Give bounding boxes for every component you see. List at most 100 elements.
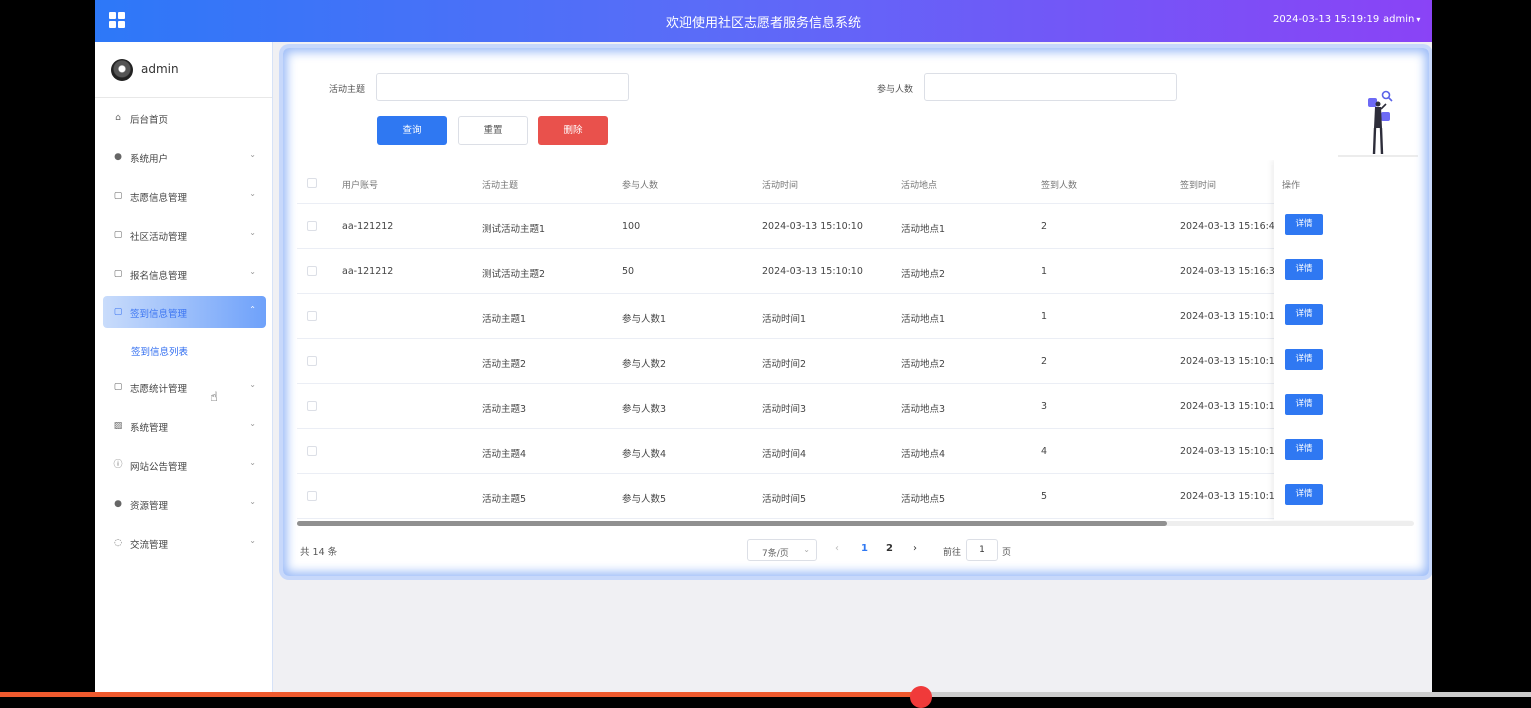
header-username: admin [1383,14,1415,25]
video-progress-bar[interactable] [0,686,1531,708]
horizontal-scrollbar[interactable] [297,521,1414,526]
chevron-down-icon: ⌄ [249,419,256,428]
cell-activity-time: 2024-03-13 15:10:10 [762,266,863,277]
page-size-select[interactable]: 7条/页 ⌄ [747,539,817,561]
cell-checkin-count: 2 [1041,356,1048,367]
cell-location: 活动地点4 [901,449,946,460]
row-checkbox[interactable] [307,311,317,321]
chevron-down-icon: ⌄ [249,380,256,389]
sidebar-username: admin [141,62,179,76]
cell-location: 活动地点5 [901,494,946,505]
prev-page-icon[interactable]: ‹ [835,543,839,554]
table-row: 活动主题5 参与人数5 活动时间5 活动地点5 5 2024-03-13 15:… [297,474,1414,519]
sidebar-item-registration[interactable]: ▢ 报名信息管理 ⌄ [103,258,266,290]
detail-button[interactable]: 详情 [1285,484,1323,505]
row-checkbox[interactable] [307,221,317,231]
cell-checkin-count: 2 [1041,221,1048,232]
operations-column: 操作 详情 详情 详情 详情 详情 详情 详情 [1274,160,1414,520]
page-1[interactable]: 1 [861,543,868,554]
sidebar-item-announcements[interactable]: ⓘ 网站公告管理 ⌄ [103,449,266,481]
sidebar-item-checkin[interactable]: ▢ 签到信息管理 ⌃ [103,296,266,328]
cell-participants: 参与人数5 [622,494,667,505]
sidebar-item-label: 系统用户 [130,154,169,165]
video-progress-fill [0,692,919,697]
row-checkbox[interactable] [307,356,317,366]
app-window: 欢迎使用社区志愿者服务信息系统 2024-03-13 15:19:19 admi… [95,0,1432,697]
cell-location: 活动地点2 [901,359,946,370]
page-2[interactable]: 2 [886,543,893,554]
image-icon: ▨ [113,421,123,431]
table-header: 用户账号 活动主题 参与人数 活动时间 活动地点 签到人数 签到时间 [297,160,1414,204]
delete-button[interactable]: 删除 [538,116,608,145]
detail-button[interactable]: 详情 [1285,259,1323,280]
row-checkbox[interactable] [307,266,317,276]
cell-activity-time: 活动时间4 [762,449,807,460]
cell-location: 活动地点2 [901,269,946,280]
detail-button[interactable]: 详情 [1285,304,1323,325]
cell-checkin-time: 2024-03-13 15:10:10 [1180,491,1281,502]
chevron-down-icon: ⌄ [249,536,256,545]
detail-button[interactable]: 详情 [1285,439,1323,460]
sidebar-item-label: 社区活动管理 [130,232,188,243]
column-header: 活动主题 [482,181,519,191]
reset-button[interactable]: 重置 [458,116,528,145]
sidebar-item-volunteer-stats[interactable]: ▢ 志愿统计管理 ⌄ [103,371,266,403]
column-header: 签到人数 [1041,181,1078,191]
sidebar-item-system-users[interactable]: ● 系统用户 ⌄ [103,141,266,173]
query-button[interactable]: 查询 [377,116,447,145]
goto-label: 前往 [943,548,962,558]
cell-participants: 参与人数2 [622,359,667,370]
sidebar-item-label: 志愿信息管理 [130,193,188,204]
chevron-down-icon: ⌄ [249,267,256,276]
sidebar-subitem-checkin-list[interactable]: 签到信息列表 [131,344,188,358]
doc-icon: ▢ [113,382,123,392]
goto-page-input[interactable]: 1 [966,539,998,561]
cell-checkin-time: 2024-03-13 15:16:47 [1180,221,1281,232]
sidebar-item-communication[interactable]: ◌ 交流管理 ⌄ [103,527,266,559]
cell-checkin-count: 4 [1041,446,1048,457]
sidebar-item-system-management[interactable]: ▨ 系统管理 ⌄ [103,410,266,442]
cell-account: aa-121212 [342,266,394,277]
detail-button[interactable]: 详情 [1285,214,1323,235]
table-row: aa-121212 测试活动主题1 100 2024-03-13 15:10:1… [297,204,1414,249]
chevron-down-icon: ⌄ [249,150,256,159]
doc-icon: ▢ [113,230,123,240]
row-checkbox[interactable] [307,446,317,456]
chevron-down-icon: ⌄ [249,189,256,198]
sidebar-user: admin [95,42,272,98]
column-header: 活动时间 [762,181,799,191]
sidebar-item-home[interactable]: ⌂ 后台首页 [103,102,266,134]
cell-checkin-time: 2024-03-13 15:10:10 [1180,446,1281,457]
next-page-icon[interactable]: › [913,543,917,554]
cell-participants: 100 [622,221,641,232]
page-size-value: 7条/页 [762,549,789,559]
header-user-menu[interactable]: admin ▾ [1383,14,1420,25]
cell-topic: 活动主题1 [482,314,527,325]
select-all-checkbox[interactable] [307,178,317,188]
scrollbar-thumb[interactable] [297,521,1167,526]
column-header-operations: 操作 [1282,181,1301,191]
topic-input[interactable] [376,73,629,101]
sidebar-item-resources[interactable]: ● 资源管理 ⌄ [103,488,266,520]
cell-activity-time: 活动时间3 [762,404,807,415]
doc-icon: ▢ [113,191,123,201]
cell-checkin-time: 2024-03-13 15:16:39 [1180,266,1281,277]
detail-button[interactable]: 详情 [1285,394,1323,415]
cell-checkin-time: 2024-03-13 15:10:10 [1180,311,1281,322]
doc-icon: ▢ [113,307,123,317]
leaf-icon: ● [114,499,122,509]
sidebar-item-community-activity[interactable]: ▢ 社区活动管理 ⌄ [103,219,266,251]
detail-button[interactable]: 详情 [1285,349,1323,370]
cell-checkin-time: 2024-03-13 15:10:10 [1180,401,1281,412]
row-checkbox[interactable] [307,401,317,411]
cell-topic: 测试活动主题2 [482,269,546,280]
info-icon: ⓘ [113,460,123,470]
table-row: 活动主题3 参与人数3 活动时间3 活动地点3 3 2024-03-13 15:… [297,384,1414,429]
participants-input[interactable] [924,73,1177,101]
topic-label: 活动主题 [329,85,366,95]
row-checkbox[interactable] [307,491,317,501]
sidebar-item-volunteer-info[interactable]: ▢ 志愿信息管理 ⌄ [103,180,266,212]
video-progress-knob[interactable] [910,686,932,708]
cell-participants: 参与人数1 [622,314,667,325]
goto-suffix: 页 [1002,548,1012,558]
